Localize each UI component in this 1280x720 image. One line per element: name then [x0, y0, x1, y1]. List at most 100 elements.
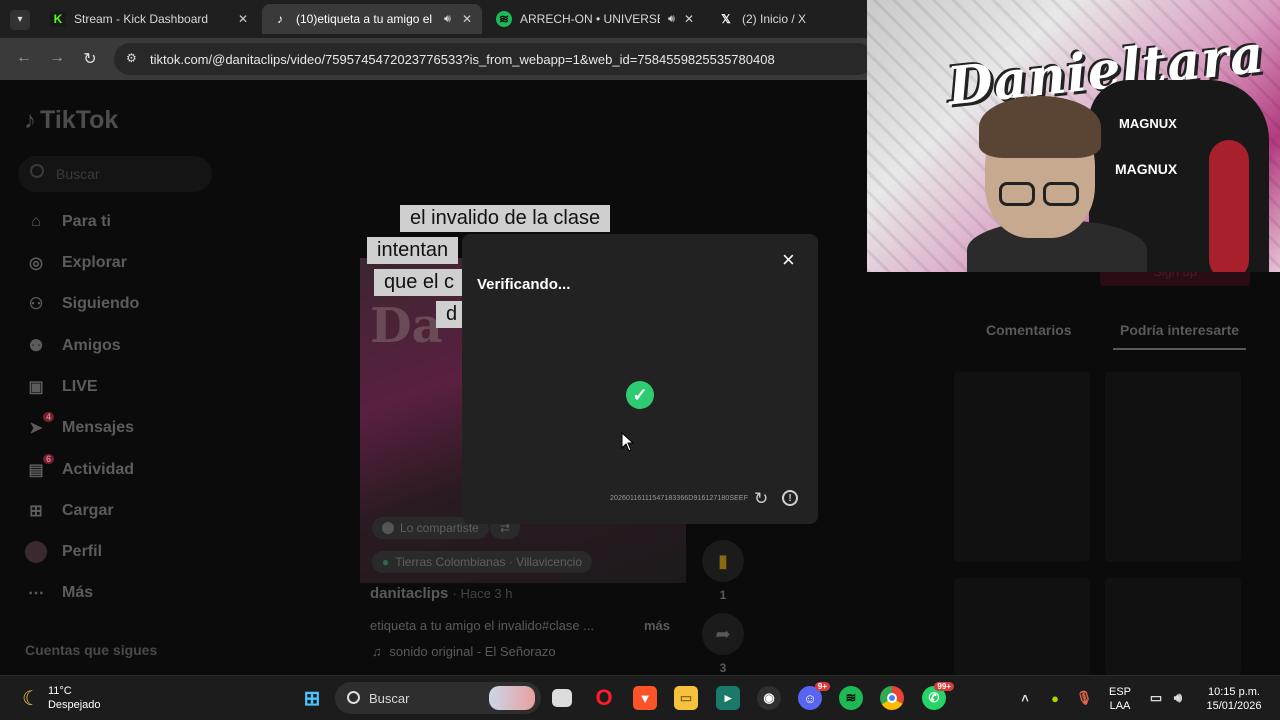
network-icon[interactable]: ▭ [1144, 686, 1168, 710]
language-indicator[interactable]: ESP LAA [1106, 685, 1134, 713]
nav-item-para-ti[interactable]: ⌂ Para ti [24, 208, 111, 236]
nav-item-explorar[interactable]: ◎ Explorar [24, 249, 127, 277]
nav-item-mas[interactable]: ⋯ Más [24, 579, 93, 607]
nav-item-cargar[interactable]: ⊞ Cargar [24, 497, 114, 525]
location-pill[interactable]: ● Tierras Colombianas · Villavicencio [372, 551, 592, 573]
tab-tiktok[interactable]: ♪ (10)etiqueta a tu amigo el in 🔊︎ ✕ [262, 4, 482, 34]
url-text: tiktok.com/@danitaclips/video/7595745472… [150, 51, 775, 67]
volume-icon[interactable]: 🔊︎ [1166, 686, 1190, 710]
webcam-overlay: Danieltara MAGNUX MAGNUX [867, 0, 1280, 272]
opera-icon[interactable]: O [592, 685, 616, 710]
nav-label: Cargar [62, 502, 114, 519]
tab-comentarios[interactable]: Comentarios [986, 322, 1072, 338]
chair-stripe [1209, 140, 1249, 272]
share-button[interactable]: ➦ [702, 613, 744, 655]
info-icon[interactable]: ! [782, 490, 798, 506]
chrome-icon[interactable] [880, 686, 904, 710]
reload-icon[interactable]: ↻ [80, 49, 100, 69]
tab-podria-interesarte[interactable]: Podría interesarte [1120, 322, 1239, 338]
tiktok-logo-text: TikTok [40, 106, 119, 134]
taskbar: ☾ 11°C Despejado ⊞ Buscar O ▼ ▭ ▸ ◉ ☺ 9+ … [0, 675, 1280, 720]
more-link[interactable]: más [644, 618, 670, 633]
tab-kick[interactable]: K Stream - Kick Dashboard ✕ [40, 4, 258, 34]
whatsapp-icon[interactable]: ✆ 99+ [922, 682, 954, 710]
nav-item-siguiendo[interactable]: ⚇ Siguiendo [24, 290, 140, 318]
nav-label: LIVE [62, 378, 98, 395]
video-caption-line: que el c [374, 269, 465, 296]
weather-desc: Despejado [47, 699, 101, 711]
check-icon: ✓ [626, 381, 654, 409]
language-code: ESP [1108, 686, 1131, 698]
nav-item-perfil[interactable]: Perfil [24, 538, 102, 566]
search-placeholder: Buscar [56, 166, 100, 182]
suggested-video-card[interactable] [954, 372, 1090, 562]
tiktok-logo[interactable]: ♪ TikTok [24, 106, 118, 135]
brave-icon[interactable]: ▼ [633, 686, 657, 710]
live-icon: ▣ [28, 379, 44, 396]
nav-item-actividad[interactable]: ▤ 6 Actividad [24, 454, 134, 484]
chevron-up-icon[interactable]: ˄ [1013, 686, 1037, 710]
task-view-icon[interactable] [552, 689, 572, 707]
app-icon[interactable]: ▸ [716, 686, 740, 710]
video-caption-line: intentan [367, 237, 459, 264]
kick-icon: K [50, 11, 66, 27]
weather-temp: 11°C [47, 685, 72, 697]
tab-spotify[interactable]: ≋ ARRECH-ON • UNIVERSE, Y 🔊︎ ✕ [486, 4, 704, 34]
refresh-icon[interactable]: ↻ [754, 489, 768, 509]
nav-item-amigos[interactable]: ⚉ Amigos [24, 332, 121, 360]
tab-title: (2) Inicio / X [742, 12, 807, 26]
tray-app-icon[interactable]: ● [1043, 686, 1067, 710]
search-input[interactable]: Buscar [18, 156, 212, 192]
location-icon: ● [382, 555, 390, 569]
tab-x[interactable]: 𝕏 (2) Inicio / X [708, 4, 858, 34]
chair-brand-label: MAGNUX [1119, 116, 1177, 131]
microphone-icon[interactable]: 🎙︎ [1072, 686, 1096, 710]
avatar [382, 522, 394, 534]
dialog-title: Verificando... [477, 276, 571, 293]
posted-time: · Hace 3 h [452, 586, 513, 601]
suggested-video-card[interactable] [954, 578, 1090, 675]
weather-widget[interactable]: ☾ 11°C Despejado [22, 684, 101, 712]
clock[interactable]: 10:15 p.m. 15/01/2026 [1196, 685, 1272, 713]
clock-date: 15/01/2026 [1206, 700, 1262, 712]
tab-close-icon[interactable]: ✕ [684, 12, 694, 26]
home-icon: ⌂ [31, 213, 41, 230]
tab-close-icon[interactable]: ✕ [462, 12, 472, 26]
tab-close-icon[interactable]: ✕ [238, 12, 248, 26]
sound-link[interactable]: ♫ sonido original - El Señorazo [372, 644, 556, 659]
bookmark-icon: ▮ [718, 550, 728, 571]
file-explorer-icon[interactable]: ▭ [674, 686, 698, 710]
discord-icon[interactable]: ☺ 9+ [798, 682, 830, 710]
suggested-video-card[interactable] [1105, 372, 1241, 562]
spotify-icon[interactable]: ≋ [839, 686, 863, 710]
nav-label: Para ti [62, 213, 111, 230]
sound-label: sonido original - El Señorazo [389, 644, 556, 659]
video-author[interactable]: danitaclips · Hace 3 h [370, 585, 513, 602]
windows-start-icon[interactable]: ⊞ [300, 686, 324, 710]
badge: 6 [42, 454, 54, 464]
suggested-video-card[interactable] [1105, 578, 1241, 675]
spotify-icon: ≋ [496, 11, 512, 27]
obs-icon[interactable]: ◉ [757, 686, 781, 710]
save-button[interactable]: ▮ [702, 540, 744, 582]
close-icon[interactable]: × [782, 247, 795, 273]
speaker-icon[interactable]: 🔊︎ [444, 13, 451, 26]
taskbar-search[interactable]: Buscar [335, 682, 541, 714]
site-settings-icon[interactable]: ⚙ [126, 51, 137, 65]
search-icon [30, 164, 44, 178]
speaker-icon[interactable]: 🔊︎ [668, 13, 675, 26]
search-icon [347, 691, 360, 704]
author-name[interactable]: danitaclips [370, 585, 448, 602]
tab-search-button[interactable]: ▾ [10, 10, 30, 30]
nav-label: Siguiendo [62, 295, 140, 312]
video-description: etiqueta a tu amigo el invalido#clase ..… [370, 618, 595, 633]
music-note-icon: ♫ [372, 644, 382, 659]
nav-item-live[interactable]: ▣ LIVE [24, 373, 98, 401]
forward-icon[interactable]: → [47, 49, 67, 67]
avatar-icon [24, 540, 48, 564]
moon-icon: ☾ [22, 687, 40, 710]
url-bar[interactable]: ⚙ tiktok.com/@danitaclips/video/75957454… [114, 43, 874, 75]
nav-label: Más [62, 584, 94, 601]
nav-item-mensajes[interactable]: ➤ 4 Mensajes [24, 412, 134, 442]
back-icon[interactable]: ← [14, 49, 34, 67]
